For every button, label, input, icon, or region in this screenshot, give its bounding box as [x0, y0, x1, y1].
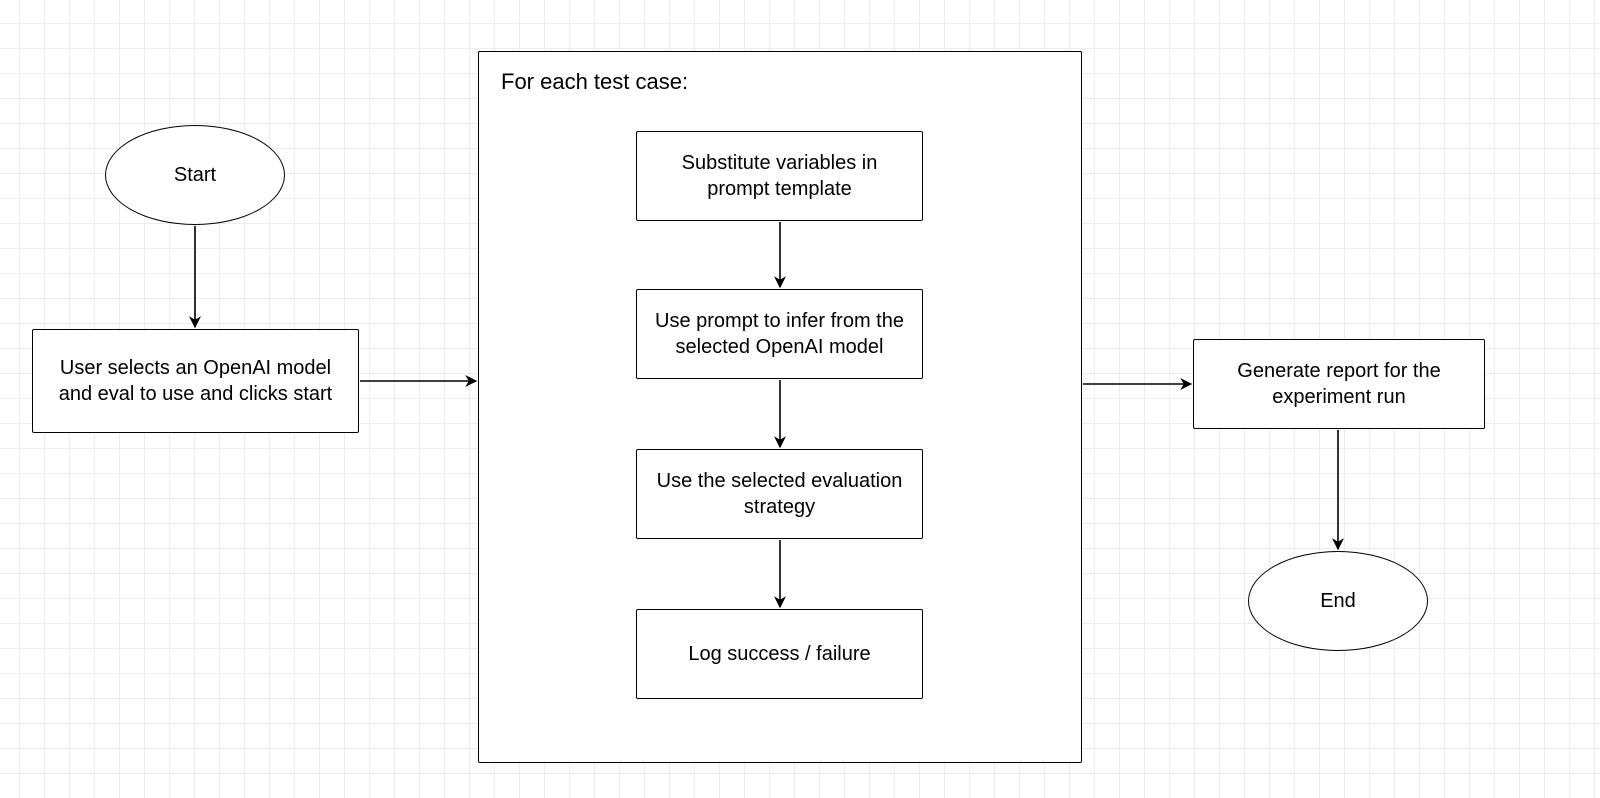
start-label: Start — [174, 162, 216, 188]
end-label: End — [1320, 588, 1356, 614]
end-node: End — [1248, 551, 1428, 651]
start-node: Start — [105, 125, 285, 225]
step3-label: Use the selected evaluation strategy — [649, 468, 910, 520]
user-select-label: User selects an OpenAI model and eval to… — [45, 355, 346, 407]
step2-label: Use prompt to infer from the selected Op… — [649, 308, 910, 360]
step1-label: Substitute variables in prompt template — [649, 150, 910, 202]
step4-label: Log success / failure — [688, 641, 870, 667]
step-evaluation-strategy: Use the selected evaluation strategy — [636, 449, 923, 539]
step-log-result: Log success / failure — [636, 609, 923, 699]
user-select-node: User selects an OpenAI model and eval to… — [32, 329, 359, 433]
generate-report-node: Generate report for the experiment run — [1193, 339, 1485, 429]
step-infer-model: Use prompt to infer from the selected Op… — [636, 289, 923, 379]
report-label: Generate report for the experiment run — [1206, 358, 1472, 410]
flowchart-canvas: Start User selects an OpenAI model and e… — [0, 0, 1600, 798]
step-substitute-variables: Substitute variables in prompt template — [636, 131, 923, 221]
loop-container-title: For each test case: — [501, 68, 688, 97]
